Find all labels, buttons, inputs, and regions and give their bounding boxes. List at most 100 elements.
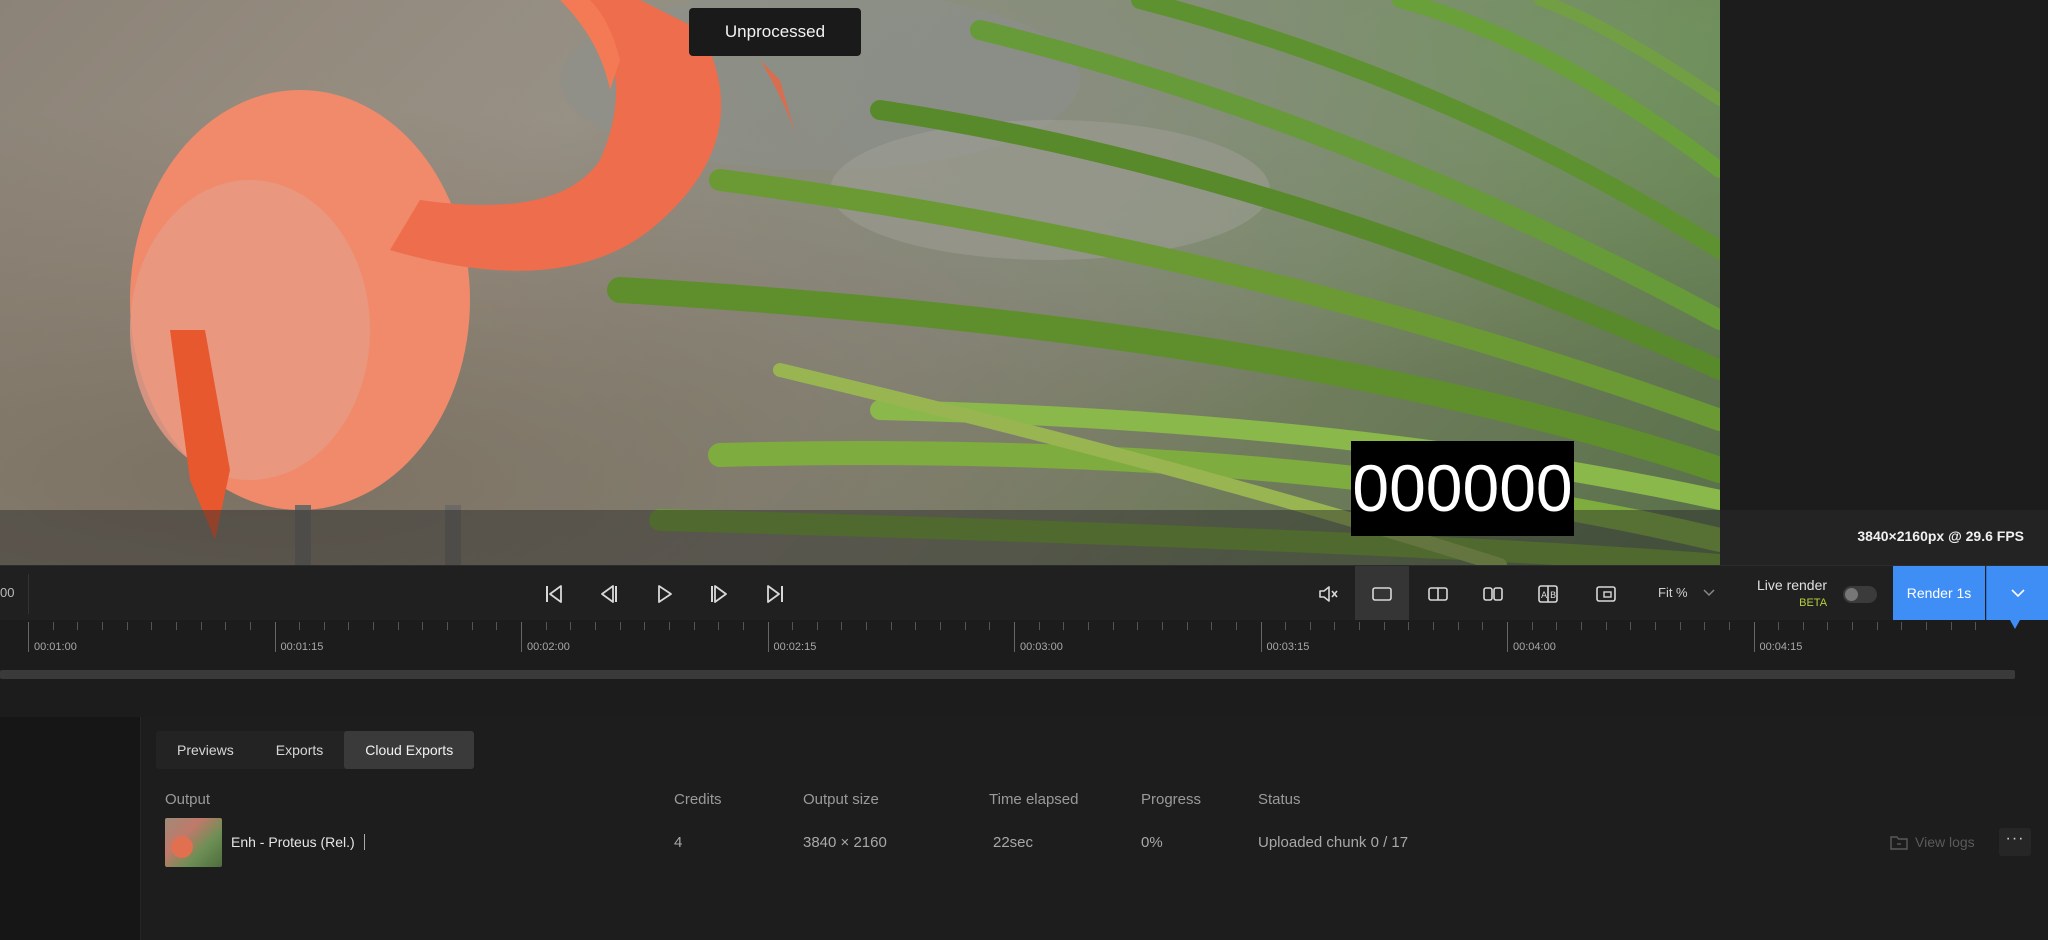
timeline-minor-tick	[323, 622, 325, 630]
folder-icon	[1890, 836, 1908, 850]
timeline-minor-tick	[1802, 622, 1804, 630]
timeline-minor-tick	[1063, 622, 1065, 630]
timeline-minor-tick	[1408, 622, 1410, 630]
timeline-minor-tick	[1531, 622, 1533, 630]
column-header-progress: Progress	[1141, 791, 1202, 808]
timeline-minor-tick	[545, 622, 547, 630]
timeline-minor-tick	[1433, 622, 1435, 630]
zoom-fit-label: Fit %	[1658, 585, 1688, 600]
timeline-tick-label: 00:03:15	[1266, 641, 1310, 653]
playback-toolbar: 00 AB Fit % Live render BETA Render 1s	[0, 565, 2048, 621]
timeline-major-tick	[767, 622, 769, 652]
exports-panel: Previews Exports Cloud Exports	[0, 717, 2048, 940]
skip-to-start-icon[interactable]	[537, 577, 571, 611]
timeline-minor-tick	[471, 622, 473, 630]
timeline-tick-label: 00:02:00	[527, 641, 570, 653]
zoom-fit-dropdown[interactable]: Fit %	[1658, 585, 1715, 600]
playhead-marker[interactable]	[2010, 620, 2020, 629]
chevron-down-icon	[1703, 585, 1715, 600]
render-options-button[interactable]	[1986, 566, 2048, 621]
timeline-major-tick	[1260, 622, 1262, 652]
timeline-minor-tick	[1285, 622, 1287, 630]
toolbar-divider	[28, 574, 29, 614]
timeline-minor-tick	[200, 622, 202, 630]
timeline-minor-tick	[989, 622, 991, 630]
timeline-major-tick	[1014, 622, 1015, 652]
timeline-minor-tick	[1482, 622, 1484, 630]
timeline-major-tick	[1753, 622, 1755, 652]
timeline-minor-tick	[101, 622, 103, 630]
timeline-major-tick	[521, 622, 522, 652]
timeline-minor-tick	[299, 622, 301, 630]
timeline[interactable]: 00:01:00 00:01:15 00:02:00 00:02:15 00:03:00…	[0, 620, 2048, 717]
timeline-minor-tick	[816, 622, 818, 630]
timeline-minor-tick	[126, 622, 128, 630]
timeline-minor-tick	[447, 622, 449, 630]
timeline-minor-tick	[1926, 622, 1928, 630]
compare-ab-icon[interactable]: AB	[1531, 577, 1565, 611]
export-output-name: Enh - Proteus (Rel.)	[231, 834, 365, 850]
timeline-minor-tick	[1975, 622, 1977, 630]
tab-cloud-exports[interactable]: Cloud Exports	[344, 731, 475, 769]
timeline-minor-tick	[1580, 622, 1582, 630]
resolution-label: 3840×2160px @ 29.6 FPS	[1857, 528, 2024, 544]
timeline-minor-tick	[1950, 622, 1952, 630]
timeline-minor-tick	[915, 622, 917, 630]
timeline-track[interactable]	[0, 670, 2015, 679]
timeline-minor-tick	[1728, 622, 1730, 630]
side-panel: 3840×2160px @ 29.6 FPS	[1720, 0, 2048, 565]
timeline-minor-tick	[1359, 622, 1361, 630]
timeline-minor-tick	[1778, 622, 1780, 630]
timeline-minor-tick	[1852, 622, 1854, 630]
split-view-icon[interactable]	[1421, 577, 1455, 611]
timeline-minor-tick	[1876, 622, 1878, 630]
current-time-fragment: 00	[0, 585, 15, 600]
export-output-text: Enh - Proteus (Rel.)	[231, 834, 355, 850]
timeline-major-tick	[274, 622, 276, 652]
timeline-minor-tick	[1334, 622, 1336, 630]
view-logs-button[interactable]: View logs	[1890, 834, 1975, 850]
timeline-minor-tick	[1556, 622, 1558, 630]
step-forward-icon[interactable]	[702, 577, 736, 611]
timeline-minor-tick	[1087, 622, 1089, 630]
export-time-elapsed: 22sec	[993, 834, 1034, 851]
timeline-minor-tick	[1383, 622, 1385, 630]
timeline-minor-tick	[594, 622, 596, 630]
render-button[interactable]: Render 1s	[1893, 566, 1985, 621]
step-back-icon[interactable]	[592, 577, 626, 611]
thumbnail-flamingo	[171, 836, 193, 858]
timeline-tick-label: 00:02:15	[773, 641, 817, 653]
tab-exports[interactable]: Exports	[255, 731, 344, 769]
video-preview[interactable]: Unprocessed 000000	[0, 0, 1720, 565]
export-credits: 4	[674, 834, 683, 851]
timeline-ruler[interactable]: 00:01:00 00:01:15 00:02:00 00:02:15 00:03:00…	[0, 620, 2048, 656]
export-thumbnail	[165, 818, 222, 867]
exports-tabs: Previews Exports Cloud Exports	[156, 731, 475, 769]
timeline-tick-label: 00:04:00	[1513, 641, 1556, 653]
timeline-minor-tick	[619, 622, 621, 630]
more-options-button[interactable]: ···	[1999, 828, 2031, 856]
comparison-label: Unprocessed	[689, 8, 861, 56]
timeline-minor-tick	[841, 622, 843, 630]
svg-text:A: A	[1541, 591, 1548, 601]
timeline-minor-tick	[718, 622, 720, 630]
timeline-minor-tick	[570, 622, 572, 630]
timeline-minor-tick	[1457, 622, 1459, 630]
timeline-major-tick	[1507, 622, 1508, 652]
play-icon[interactable]	[647, 577, 681, 611]
skip-to-end-icon[interactable]	[758, 577, 792, 611]
column-header-time-elapsed: Time elapsed	[989, 791, 1079, 808]
timeline-tick-label: 00:03:00	[1020, 641, 1063, 653]
column-header-credits: Credits	[674, 791, 722, 808]
timeline-tick-label: 00:01:00	[34, 641, 77, 653]
timeline-minor-tick	[1605, 622, 1607, 630]
tab-previews[interactable]: Previews	[156, 731, 255, 769]
live-render-toggle[interactable]	[1843, 586, 1877, 603]
timeline-minor-tick	[644, 622, 646, 630]
speaker-muted-icon[interactable]	[1311, 577, 1345, 611]
timeline-minor-tick	[397, 622, 399, 630]
single-view-icon[interactable]	[1355, 566, 1409, 621]
side-by-side-icon[interactable]	[1476, 577, 1510, 611]
crop-icon[interactable]	[1589, 577, 1623, 611]
timeline-minor-tick	[225, 622, 227, 630]
